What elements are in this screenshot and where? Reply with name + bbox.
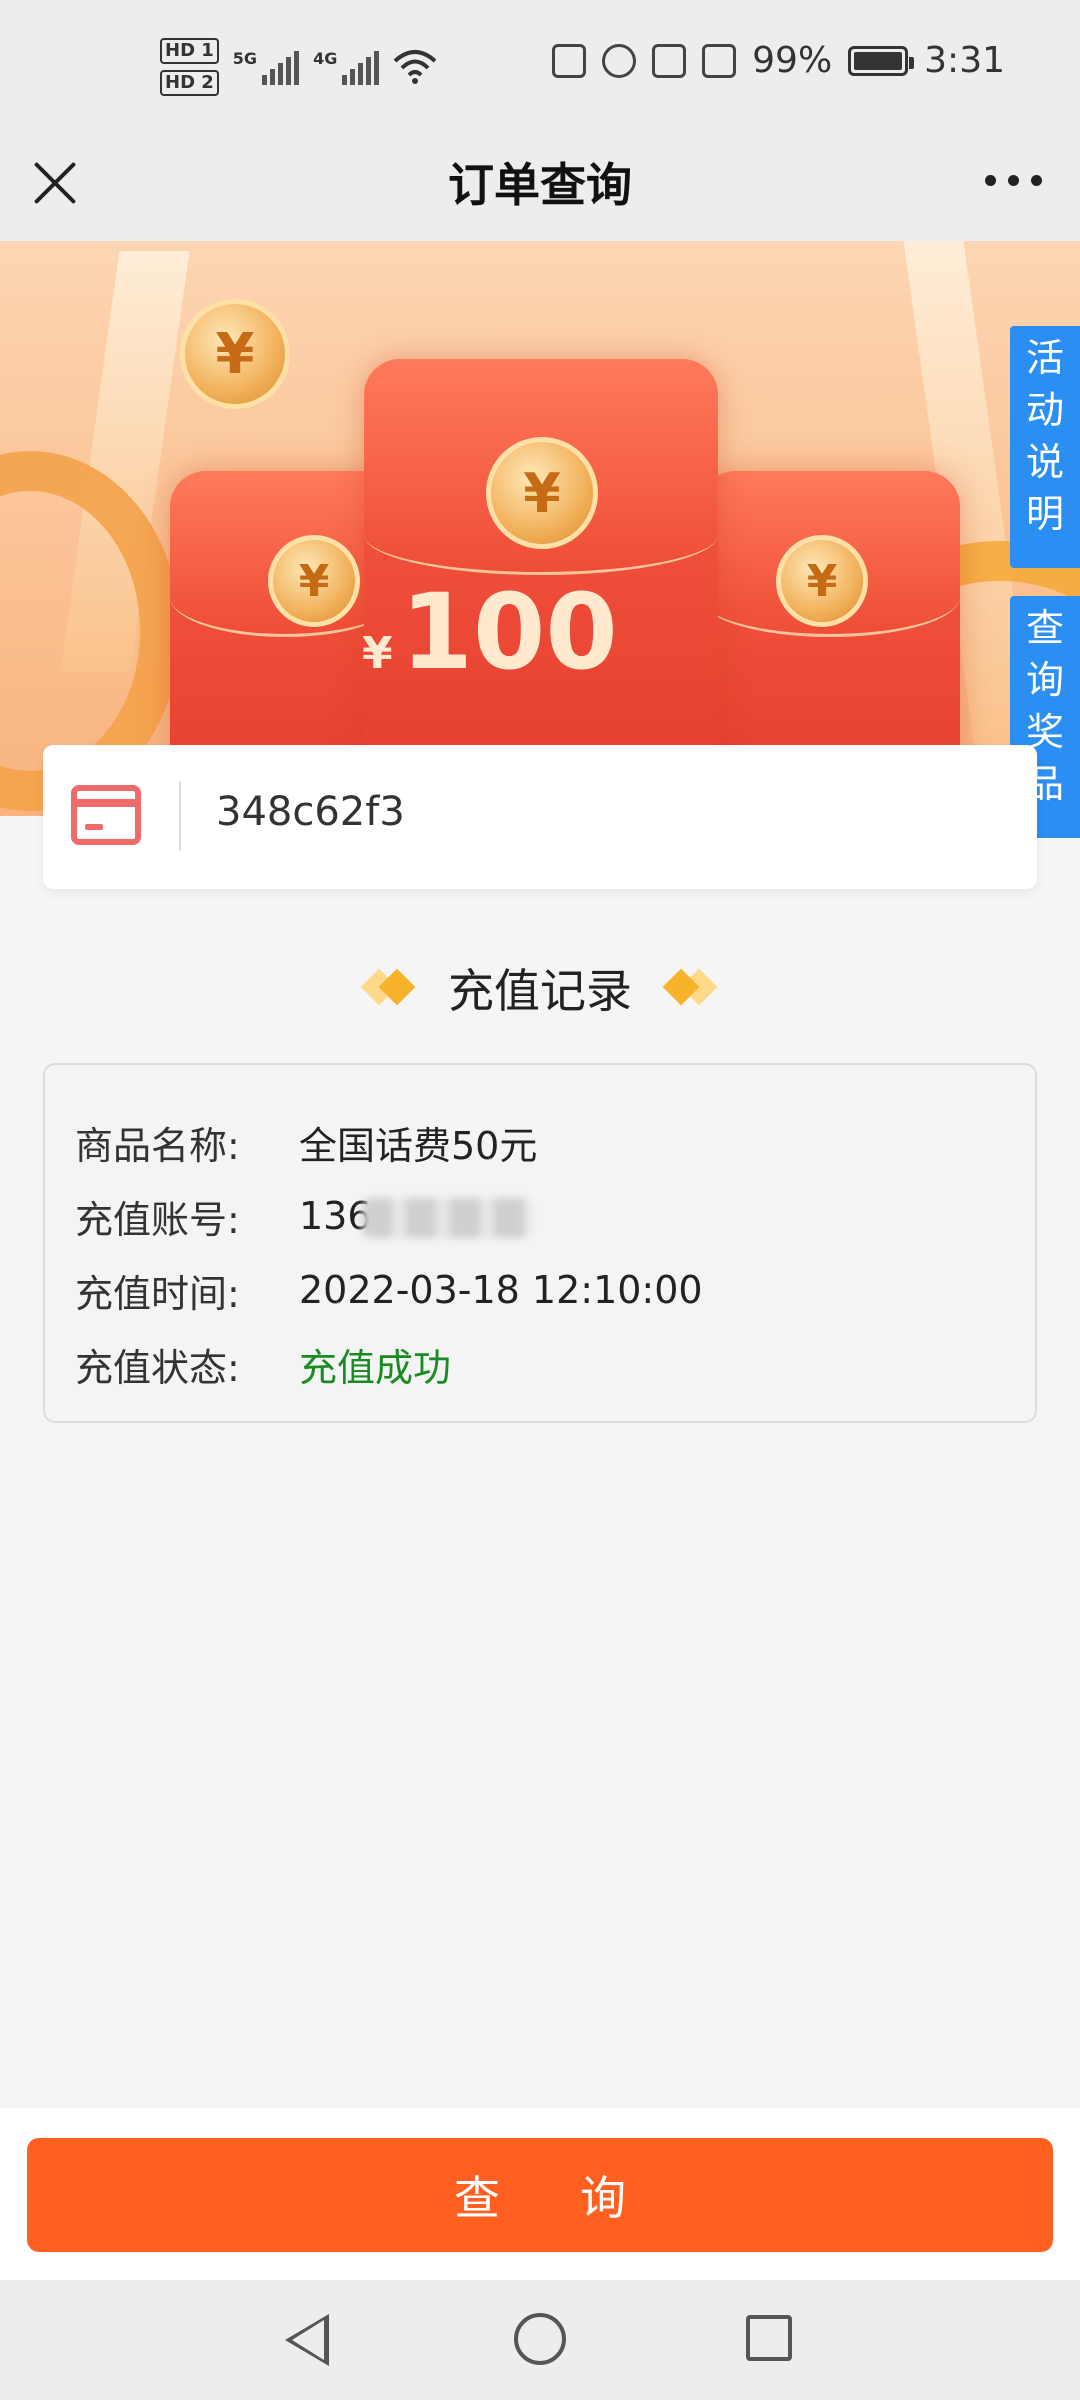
coin-icon: ¥ bbox=[776, 535, 868, 627]
battery-percent: 99% bbox=[752, 40, 833, 81]
clock: 3:31 bbox=[924, 40, 1005, 81]
coin-icon: ¥ bbox=[180, 299, 290, 409]
system-nav-bar bbox=[0, 2280, 1080, 2400]
status-bar: HD 1 HD 2 5G 4G 99% 3:31 bbox=[0, 0, 1080, 135]
back-icon[interactable] bbox=[285, 2314, 329, 2366]
section-header: 充值记录 bbox=[0, 955, 1080, 1021]
nfc-icon bbox=[552, 43, 587, 78]
home-icon[interactable] bbox=[514, 2313, 566, 2365]
redacted-blur bbox=[361, 1198, 532, 1239]
recent-apps-icon[interactable] bbox=[746, 2315, 792, 2361]
record-label: 充值账号: bbox=[75, 1197, 240, 1242]
wifi-icon bbox=[393, 50, 437, 84]
record-row-account: 充值账号: 136 bbox=[75, 1179, 1035, 1253]
system-indicators: 99% 3:31 bbox=[552, 40, 1005, 81]
vibrate-icon bbox=[702, 43, 737, 78]
status-value: 充值成功 bbox=[299, 1345, 452, 1390]
order-number-field[interactable]: 348c62f3 bbox=[216, 789, 405, 835]
record-value: 全国话费50元 bbox=[299, 1123, 538, 1168]
nav-bar: 订单查询 bbox=[0, 135, 1080, 241]
record-row-product: 商品名称: 全国话费50元 bbox=[75, 1105, 1035, 1179]
record-row-status: 充值状态: 充值成功 bbox=[75, 1327, 1035, 1401]
record-row-time: 充值时间: 2022-03-18 12:10:00 bbox=[75, 1253, 1035, 1327]
network-indicators: HD 1 HD 2 5G 4G bbox=[160, 38, 437, 96]
query-button[interactable]: 查询 bbox=[27, 2138, 1053, 2252]
more-icon[interactable] bbox=[985, 175, 1042, 186]
record-value: 2022-03-18 12:10:00 bbox=[299, 1268, 703, 1312]
signal-5g-icon: 5G bbox=[233, 49, 300, 85]
bluetooth-icon bbox=[652, 43, 687, 78]
signal-4g-icon: 4G bbox=[313, 49, 380, 85]
record-label: 商品名称: bbox=[75, 1123, 240, 1168]
promo-banner: ¥ ¥ ¥ ¥ ¥ 100 bbox=[0, 241, 1080, 816]
page-title: 订单查询 bbox=[448, 158, 632, 212]
battery-icon bbox=[848, 45, 915, 76]
order-input-card[interactable]: 348c62f3 bbox=[43, 745, 1037, 889]
card-icon bbox=[71, 785, 141, 845]
section-title: 充值记录 bbox=[448, 964, 632, 1018]
coin-icon: ¥ bbox=[486, 437, 598, 549]
recharge-record-card: 商品名称: 全国话费50元 充值账号: 136 充值时间: 2022-03-18… bbox=[43, 1063, 1037, 1423]
prize-amount: ¥ 100 bbox=[362, 571, 618, 693]
record-value: 136 bbox=[299, 1194, 532, 1239]
divider bbox=[179, 781, 181, 851]
alarm-icon bbox=[602, 43, 637, 78]
activity-rules-tab[interactable]: 活动说明 bbox=[1010, 326, 1080, 568]
sim2-badge: HD 2 bbox=[160, 70, 219, 96]
record-label: 充值状态: bbox=[75, 1345, 240, 1390]
record-label: 充值时间: bbox=[75, 1271, 240, 1316]
diamond-decoration-icon bbox=[662, 966, 720, 1010]
diamond-decoration-icon bbox=[360, 966, 418, 1010]
sim1-badge: HD 1 bbox=[160, 38, 219, 64]
coin-icon: ¥ bbox=[268, 535, 360, 627]
bottom-bar: 查询 bbox=[0, 2108, 1080, 2280]
